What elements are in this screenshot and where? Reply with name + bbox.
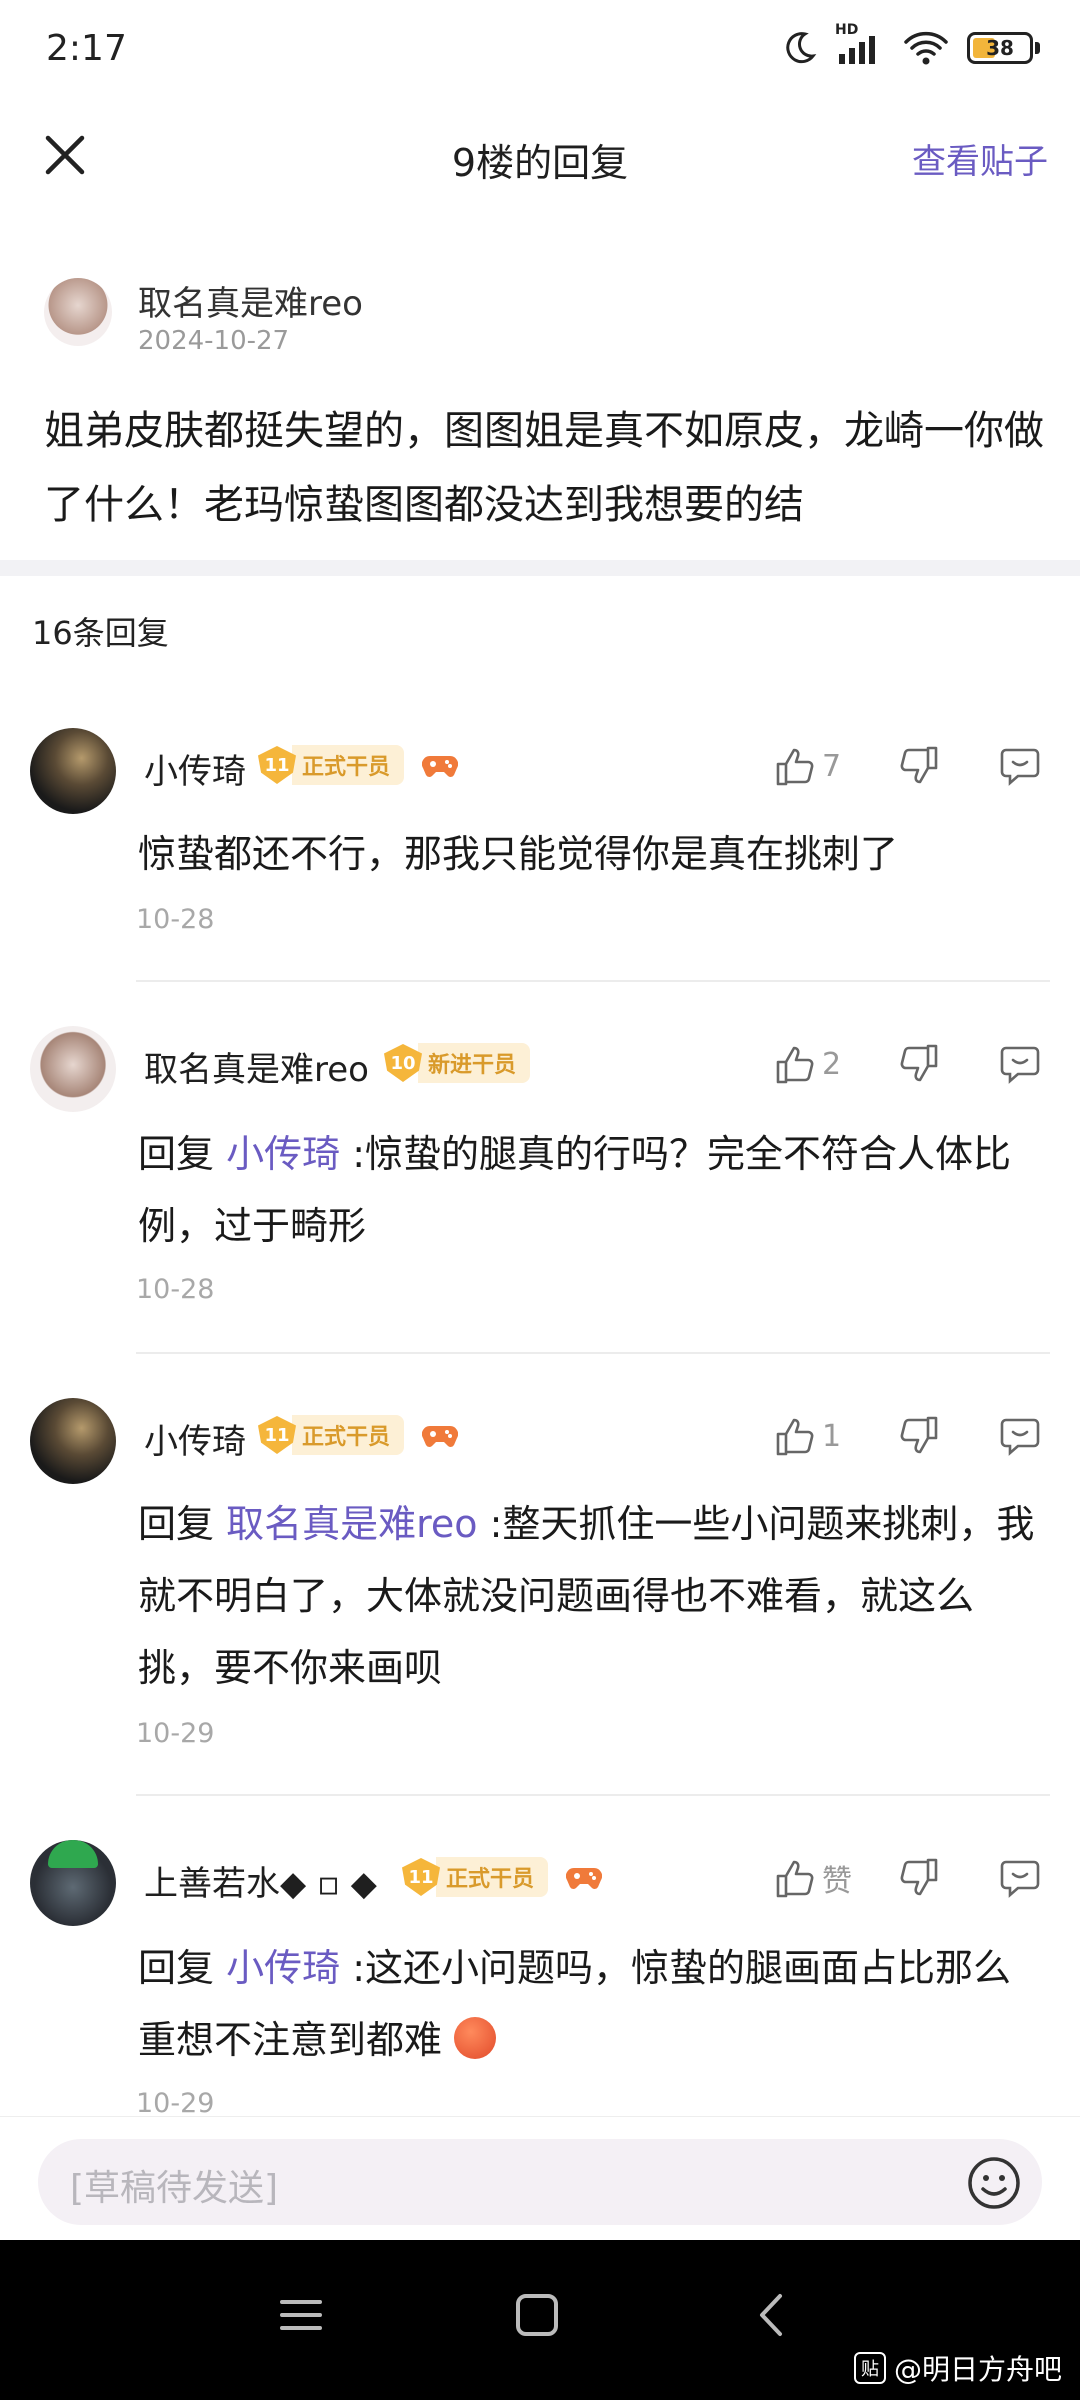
post-author-name[interactable]: 取名真是难reo: [138, 276, 363, 325]
thumbs-down-icon[interactable]: [898, 1414, 942, 1458]
cellular-signal-icon: HD: [835, 22, 885, 66]
level-badge: 11 正式干员: [258, 1415, 405, 1455]
reply-actions: 赞: [772, 1856, 1042, 1900]
reply-item: 上善若水◆ ▫ ◆ 11 正式干员 赞 回复 小传琦 :这还小问题吗，惊蛰的腿画…: [0, 1836, 1080, 2116]
level-shield: 11: [258, 1416, 296, 1454]
reply-to-user[interactable]: 小传琦: [226, 1946, 340, 1990]
reply-author-name[interactable]: 小传琦: [144, 1414, 246, 1463]
status-time: 2:17: [46, 28, 127, 69]
reply-to-user[interactable]: 取名真是难reo: [226, 1502, 477, 1546]
tieba-logo-icon: 贴: [853, 2352, 886, 2384]
level-shield: 11: [258, 746, 296, 784]
reply-text: 回复 取名真是难reo :整天抓住一些小问题来挑刺，我就不明白了，大体就没问题画…: [138, 1502, 1035, 1690]
reply-date: 10-29: [136, 2088, 215, 2116]
reply-date: 10-28: [136, 904, 215, 935]
like-label: 赞: [822, 1864, 852, 1899]
comment-icon[interactable]: [998, 744, 1042, 788]
like-button[interactable]: 2: [772, 1042, 862, 1086]
like-button[interactable]: 7: [772, 744, 862, 788]
level-title: 新进干员: [418, 1043, 531, 1083]
moon-icon: [786, 32, 817, 64]
level-title: 正式干员: [292, 745, 405, 785]
divider: [136, 1352, 1050, 1354]
system-nav-bar: 贴 @明日方舟吧: [0, 2240, 1080, 2400]
battery-icon: 38: [967, 32, 1033, 64]
thumbs-up-icon: [776, 1046, 814, 1084]
network-type-label: HD: [835, 22, 859, 38]
reply-date: 10-28: [136, 1274, 215, 1305]
reply-actions: 1: [772, 1414, 1042, 1458]
watermark: 贴 @明日方舟吧: [853, 2348, 1062, 2388]
comment-icon[interactable]: [998, 1856, 1042, 1900]
level-badge: 10 新进干员: [384, 1043, 531, 1083]
level-badge: 11 正式干员: [258, 745, 405, 785]
avatar[interactable]: [30, 1398, 116, 1484]
home-icon[interactable]: [502, 2280, 572, 2350]
post-date: 2024-10-27: [138, 326, 290, 356]
avatar[interactable]: [30, 728, 116, 814]
menu-icon[interactable]: [266, 2280, 336, 2350]
post-content: 姐弟皮肤都挺失望的，图图姐是真不如原皮，龙崎一你做了什么！老玛惊蛰图图都没达到我…: [44, 408, 1044, 528]
divider: [136, 1794, 1050, 1796]
status-bar: 2:17 HD 38: [0, 0, 1080, 100]
like-count: 2: [822, 1046, 842, 1082]
reply-author-name[interactable]: 上善若水◆ ▫ ◆: [144, 1856, 377, 1905]
like-count: 7: [822, 748, 842, 784]
reply-to-user[interactable]: 小传琦: [226, 1132, 340, 1176]
reply-text: 惊蛰都还不行，那我只能觉得你是真在挑刺了: [138, 832, 899, 876]
like-count: 1: [822, 1418, 842, 1454]
top-bar: 9楼的回复 查看贴子: [0, 110, 1080, 200]
angry-emoji-icon: [454, 2017, 497, 2059]
reply-count: 16条回复: [32, 614, 169, 652]
reply-actions: 2: [772, 1042, 1042, 1086]
reply-author-name[interactable]: 取名真是难reo: [144, 1042, 369, 1091]
section-divider: [0, 560, 1080, 576]
thumbs-up-icon: [776, 1860, 814, 1898]
back-icon[interactable]: [738, 2280, 808, 2350]
thumbs-up-icon: [776, 748, 814, 786]
avatar[interactable]: [30, 1026, 116, 1112]
reply-item: 取名真是难reo 10 新进干员 2 回复 小传琦 :惊蛰的腿真的行吗？完全不符…: [0, 1022, 1080, 1354]
gamepad-icon: [422, 755, 458, 777]
level-title: 正式干员: [436, 1857, 549, 1897]
level-shield: 11: [402, 1858, 440, 1896]
view-post-link[interactable]: 查看贴子: [912, 134, 1048, 183]
reply-date: 10-29: [136, 1718, 215, 1749]
reply-input-placeholder: [草稿待发送]: [70, 2168, 279, 2209]
gamepad-icon: [422, 1425, 458, 1447]
reply-item: 小传琦 11 正式干员 1 回复 取名真是难reo :整天抓住一些小问题来挑刺，…: [0, 1394, 1080, 1796]
like-button[interactable]: 1: [772, 1414, 862, 1458]
reply-text: 回复 小传琦 :惊蛰的腿真的行吗？完全不符合人体比例，过于畸形: [138, 1132, 1011, 1248]
reply-text: 回复 小传琦 :这还小问题吗，惊蛰的腿画面占比那么重想不注意到都难: [138, 1946, 1011, 2062]
comment-icon[interactable]: [998, 1042, 1042, 1086]
reply-actions: 7: [772, 744, 1042, 788]
emoji-icon[interactable]: [966, 2155, 1022, 2211]
thumbs-down-icon[interactable]: [898, 1856, 942, 1900]
reply-input[interactable]: [草稿待发送]: [38, 2139, 1042, 2225]
status-icons: HD 38: [781, 22, 1040, 66]
divider: [136, 980, 1050, 982]
post-author-avatar[interactable]: [44, 278, 112, 346]
thumbs-down-icon[interactable]: [898, 1042, 942, 1086]
gamepad-icon: [566, 1867, 602, 1889]
wifi-icon: [904, 31, 948, 65]
watermark-text: @明日方舟吧: [893, 2353, 1062, 2386]
thumbs-down-icon[interactable]: [898, 744, 942, 788]
avatar[interactable]: [30, 1840, 116, 1926]
level-shield: 10: [384, 1044, 422, 1082]
level-title: 正式干员: [292, 1415, 405, 1455]
comment-icon[interactable]: [998, 1414, 1042, 1458]
level-badge: 11 正式干员: [402, 1857, 549, 1897]
reply-author-name[interactable]: 小传琦: [144, 744, 246, 793]
like-button[interactable]: 赞: [772, 1856, 862, 1900]
reply-input-bar: [草稿待发送]: [0, 2116, 1080, 2240]
thumbs-up-icon: [776, 1418, 814, 1456]
battery-level: 38: [986, 36, 1014, 60]
reply-item: 小传琦 11 正式干员 7 惊蛰都还不行，那我只能觉得你是真在挑刺了 10-28: [0, 724, 1080, 984]
